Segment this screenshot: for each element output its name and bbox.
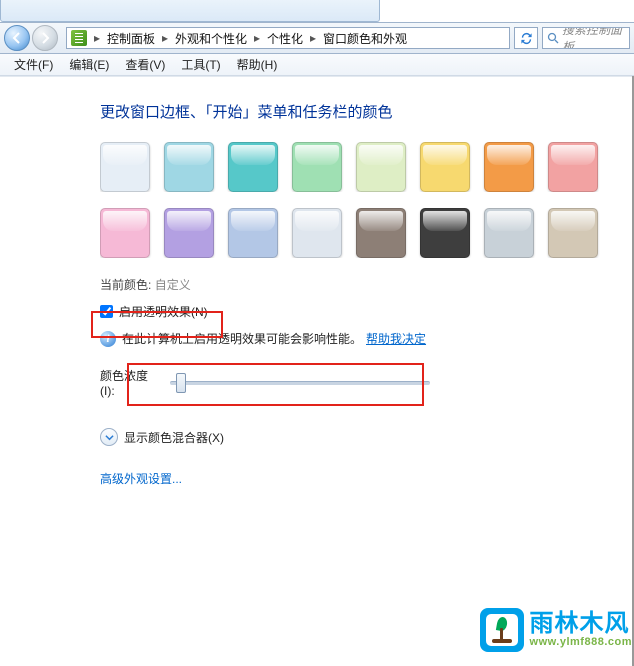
breadcrumb-sep-icon[interactable]: ▸ — [307, 28, 319, 48]
color-swatch[interactable] — [228, 208, 278, 258]
color-swatch-row — [100, 208, 634, 258]
window-tab-fragment — [0, 0, 380, 22]
color-swatch[interactable] — [420, 208, 470, 258]
menu-help[interactable]: 帮助(H) — [229, 54, 286, 75]
intensity-slider[interactable] — [170, 381, 430, 385]
search-icon — [547, 32, 559, 44]
current-color-value: 自定义 — [155, 278, 191, 292]
color-swatch[interactable] — [356, 208, 406, 258]
control-panel-icon — [71, 30, 87, 46]
color-swatch[interactable] — [484, 208, 534, 258]
intensity-label: 颜色浓度(I): — [100, 367, 160, 398]
menu-view[interactable]: 查看(V) — [117, 54, 173, 75]
slider-thumb[interactable] — [176, 373, 186, 393]
help-me-decide-link[interactable]: 帮助我决定 — [366, 330, 426, 347]
chevron-down-icon — [100, 428, 118, 446]
current-color-line: 当前颜色: 自定义 — [100, 276, 634, 293]
menu-file[interactable]: 文件(F) — [6, 54, 61, 75]
transparency-label: 启用透明效果(N) — [119, 303, 208, 320]
current-color-label: 当前颜色: — [100, 278, 151, 292]
info-icon: i — [100, 331, 116, 347]
breadcrumb-sep-icon[interactable]: ▸ — [159, 28, 171, 48]
enable-transparency-checkbox[interactable]: 启用透明效果(N) — [100, 303, 634, 320]
menu-bar: 文件(F) 编辑(E) 查看(V) 工具(T) 帮助(H) — [0, 54, 634, 76]
color-swatch-row — [100, 142, 634, 192]
mixer-label: 显示颜色混合器(X) — [124, 429, 224, 446]
show-color-mixer-expander[interactable]: 显示颜色混合器(X) — [100, 428, 634, 446]
intensity-slider-row: 颜色浓度(I): — [100, 367, 634, 398]
color-swatch[interactable] — [228, 142, 278, 192]
color-swatch[interactable] — [548, 142, 598, 192]
arrow-left-icon — [11, 32, 23, 44]
transparency-checkbox-input[interactable] — [100, 305, 113, 318]
color-swatch[interactable] — [292, 142, 342, 192]
breadcrumb-sep-icon[interactable]: ▸ — [91, 28, 103, 48]
menu-edit[interactable]: 编辑(E) — [61, 54, 117, 75]
breadcrumb-item[interactable]: 个性化 — [263, 30, 307, 47]
forward-button[interactable] — [32, 25, 58, 51]
refresh-icon — [520, 32, 533, 45]
refresh-button[interactable] — [514, 27, 538, 49]
watermark: 雨林木风 www.ylmf888.com — [480, 608, 632, 652]
watermark-logo-icon — [480, 608, 524, 652]
watermark-title: 雨林木风 — [530, 612, 632, 636]
color-swatch[interactable] — [292, 208, 342, 258]
menu-tools[interactable]: 工具(T) — [173, 54, 228, 75]
color-swatch[interactable] — [100, 208, 150, 258]
back-button[interactable] — [4, 25, 30, 51]
watermark-url: www.ylmf888.com — [530, 636, 632, 648]
page-title: 更改窗口边框、「开始」菜单和任务栏的颜色 — [100, 101, 634, 122]
navigation-bar: ▸ 控制面板 ▸ 外观和个性化 ▸ 个性化 ▸ 窗口颜色和外观 搜索控制面板 — [0, 22, 634, 54]
breadcrumb-item[interactable]: 外观和个性化 — [171, 30, 251, 47]
arrow-right-icon — [39, 32, 51, 44]
breadcrumb-item[interactable]: 控制面板 — [103, 30, 159, 47]
color-swatch[interactable] — [356, 142, 406, 192]
search-input[interactable]: 搜索控制面板 — [542, 27, 630, 49]
info-row: i 在此计算机上启用透明效果可能会影响性能。 帮助我决定 — [100, 330, 634, 347]
content-area: 更改窗口边框、「开始」菜单和任务栏的颜色 当前颜色: 自定义 启用透明效果(N)… — [0, 76, 634, 666]
color-swatch[interactable] — [164, 208, 214, 258]
breadcrumb-item[interactable]: 窗口颜色和外观 — [319, 30, 411, 47]
address-bar[interactable]: ▸ 控制面板 ▸ 外观和个性化 ▸ 个性化 ▸ 窗口颜色和外观 — [66, 27, 510, 49]
search-placeholder: 搜索控制面板 — [562, 27, 625, 49]
color-swatch[interactable] — [484, 142, 534, 192]
info-text: 在此计算机上启用透明效果可能会影响性能。 — [122, 330, 362, 347]
color-swatch[interactable] — [164, 142, 214, 192]
advanced-appearance-link[interactable]: 高级外观设置... — [100, 472, 182, 486]
breadcrumb-sep-icon[interactable]: ▸ — [251, 28, 263, 48]
color-swatch[interactable] — [100, 142, 150, 192]
color-swatch[interactable] — [420, 142, 470, 192]
color-swatch[interactable] — [548, 208, 598, 258]
